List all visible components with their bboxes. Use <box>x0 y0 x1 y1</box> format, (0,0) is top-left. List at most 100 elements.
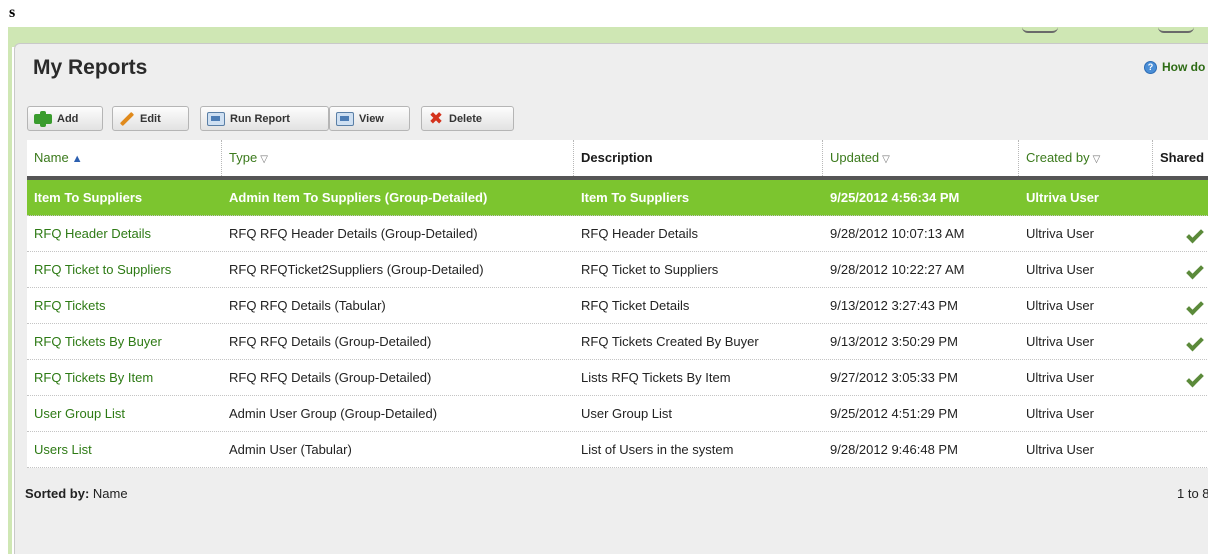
cell-type: RFQ RFQTicket2Suppliers (Group-Detailed) <box>229 262 484 277</box>
column-header-updated[interactable]: Updated ▽ <box>823 140 1019 176</box>
table-body: Item To Suppliers Admin Item To Suppliers… <box>27 180 1208 468</box>
table-header: Name ▲ Type ▽ Description Updated ▽ Created… <box>27 140 1208 180</box>
cell-name[interactable]: RFQ Tickets <box>27 288 222 323</box>
sorted-by-value: Name <box>89 486 128 501</box>
delete-button-label: Delete <box>449 112 483 125</box>
cell-created-by: Ultriva User <box>1026 298 1094 313</box>
delete-icon: ✖ <box>428 108 444 128</box>
add-icon <box>34 110 52 127</box>
cell-created-by: Ultriva User <box>1026 442 1094 457</box>
pagination-summary: 1 to 8 o <box>1177 486 1208 501</box>
cell-name[interactable]: Item To Suppliers <box>27 180 222 215</box>
sort-icon: ▽ <box>1092 154 1101 165</box>
cell-type: RFQ RFQ Details (Group-Detailed) <box>229 370 432 385</box>
table-row[interactable]: Item To Suppliers Admin Item To Suppliers… <box>27 180 1208 216</box>
cell-description: Item To Suppliers <box>581 190 690 205</box>
column-header-description: Description <box>574 140 823 176</box>
column-header-description-label: Description <box>581 150 653 165</box>
cell-name[interactable]: RFQ Header Details <box>27 216 222 251</box>
cell-description: User Group List <box>581 406 673 421</box>
cell-created-by: Ultriva User <box>1026 334 1094 349</box>
delete-button[interactable]: ✖ Delete <box>421 106 514 131</box>
header-arc-right <box>1158 27 1194 33</box>
run-report-icon <box>207 111 225 126</box>
reports-panel: My Reports ? How do Add Edit Run Report … <box>14 43 1208 554</box>
cell-name[interactable]: Users List <box>27 432 222 467</box>
check-icon <box>1185 227 1201 239</box>
view-icon <box>336 111 354 126</box>
cell-created-by: Ultriva User <box>1026 406 1094 421</box>
check-icon <box>1185 371 1201 383</box>
cell-name[interactable]: RFQ Tickets By Buyer <box>27 324 222 359</box>
sorted-by: Sorted by: Name <box>25 486 128 501</box>
column-header-name[interactable]: Name ▲ <box>27 140 222 176</box>
cell-description: RFQ Ticket Details <box>581 298 690 313</box>
reports-table: Name ▲ Type ▽ Description Updated ▽ Created… <box>27 140 1208 468</box>
column-header-updated-label: Updated <box>830 150 880 165</box>
table-row[interactable]: RFQ Tickets By Item RFQ RFQ Details (Grou… <box>27 360 1208 396</box>
header-arc-left <box>1022 27 1058 33</box>
cell-name[interactable]: RFQ Ticket to Suppliers <box>27 252 222 287</box>
help-link[interactable]: ? How do <box>1144 60 1205 74</box>
cell-updated: 9/28/2012 9:46:48 PM <box>830 442 958 457</box>
edit-icon <box>119 111 135 126</box>
view-button-label: View <box>359 112 384 125</box>
stray-text: s <box>9 4 16 21</box>
cell-created-by: Ultriva User <box>1026 190 1099 205</box>
check-icon <box>1185 299 1201 311</box>
cell-created-by: Ultriva User <box>1026 226 1094 241</box>
table-row[interactable]: User Group List Admin User Group (Group-D… <box>27 396 1208 432</box>
column-header-created-by-label: Created by <box>1026 150 1090 165</box>
cell-name[interactable]: User Group List <box>27 396 222 431</box>
help-icon: ? <box>1144 60 1157 74</box>
cell-type: RFQ RFQ Header Details (Group-Detailed) <box>229 226 478 241</box>
sorted-by-label: Sorted by: <box>25 486 90 501</box>
table-row[interactable]: RFQ Header Details RFQ RFQ Header Details… <box>27 216 1208 252</box>
run-report-button[interactable]: Run Report <box>200 106 329 131</box>
cell-description: RFQ Header Details <box>581 226 699 241</box>
column-header-type[interactable]: Type ▽ <box>222 140 574 176</box>
sort-ascending-icon: ▲ <box>71 153 83 165</box>
cell-type: Admin User Group (Group-Detailed) <box>229 406 438 421</box>
column-header-shared: Shared <box>1153 140 1208 176</box>
cell-updated: 9/25/2012 4:56:34 PM <box>830 190 960 205</box>
column-header-shared-label: Shared <box>1160 150 1205 165</box>
check-icon <box>1185 335 1201 347</box>
column-header-name-label: Name <box>34 150 69 165</box>
cell-updated: 9/28/2012 10:07:13 AM <box>830 226 965 241</box>
table-row[interactable]: RFQ Tickets RFQ RFQ Details (Tabular) RFQ … <box>27 288 1208 324</box>
edit-button[interactable]: Edit <box>112 106 189 131</box>
cell-created-by: Ultriva User <box>1026 370 1094 385</box>
check-icon <box>1185 263 1201 275</box>
table-row[interactable]: RFQ Tickets By Buyer RFQ RFQ Details (Gro… <box>27 324 1208 360</box>
edit-button-label: Edit <box>140 112 161 125</box>
cell-description: RFQ Tickets Created By Buyer <box>581 334 759 349</box>
sort-icon: ▽ <box>882 154 890 165</box>
sort-icon: ▽ <box>260 154 268 165</box>
cell-description: List of Users in the system <box>581 442 734 457</box>
run-report-button-label: Run Report <box>230 112 290 125</box>
cell-type: Admin Item To Suppliers (Group-Detailed) <box>229 190 488 205</box>
cell-type: RFQ RFQ Details (Tabular) <box>229 298 386 313</box>
cell-updated: 9/28/2012 10:22:27 AM <box>830 262 965 277</box>
table-row[interactable]: Users List Admin User (Tabular) List of Us… <box>27 432 1208 468</box>
cell-created-by: Ultriva User <box>1026 262 1094 277</box>
cell-type: Admin User (Tabular) <box>229 442 352 457</box>
help-link-label: How do <box>1162 60 1206 74</box>
column-header-created-by[interactable]: Created by ▽ <box>1019 140 1153 176</box>
cell-updated: 9/13/2012 3:50:29 PM <box>830 334 958 349</box>
table-row[interactable]: RFQ Ticket to Suppliers RFQ RFQTicket2Sup… <box>27 252 1208 288</box>
page-title: My Reports <box>33 56 148 79</box>
cell-description: RFQ Ticket to Suppliers <box>581 262 719 277</box>
view-button[interactable]: View <box>329 106 410 131</box>
cell-name[interactable]: RFQ Tickets By Item <box>27 360 222 395</box>
cell-updated: 9/25/2012 4:51:29 PM <box>830 406 958 421</box>
toolbar: Add Edit Run Report View ✖ Delete <box>15 106 615 132</box>
column-header-type-label: Type <box>229 150 258 165</box>
cell-description: Lists RFQ Tickets By Item <box>581 370 731 385</box>
cell-type: RFQ RFQ Details (Group-Detailed) <box>229 334 432 349</box>
add-button[interactable]: Add <box>27 106 103 131</box>
cell-updated: 9/13/2012 3:27:43 PM <box>830 298 958 313</box>
cell-updated: 9/27/2012 3:05:33 PM <box>830 370 958 385</box>
left-frame-rail <box>8 40 12 554</box>
